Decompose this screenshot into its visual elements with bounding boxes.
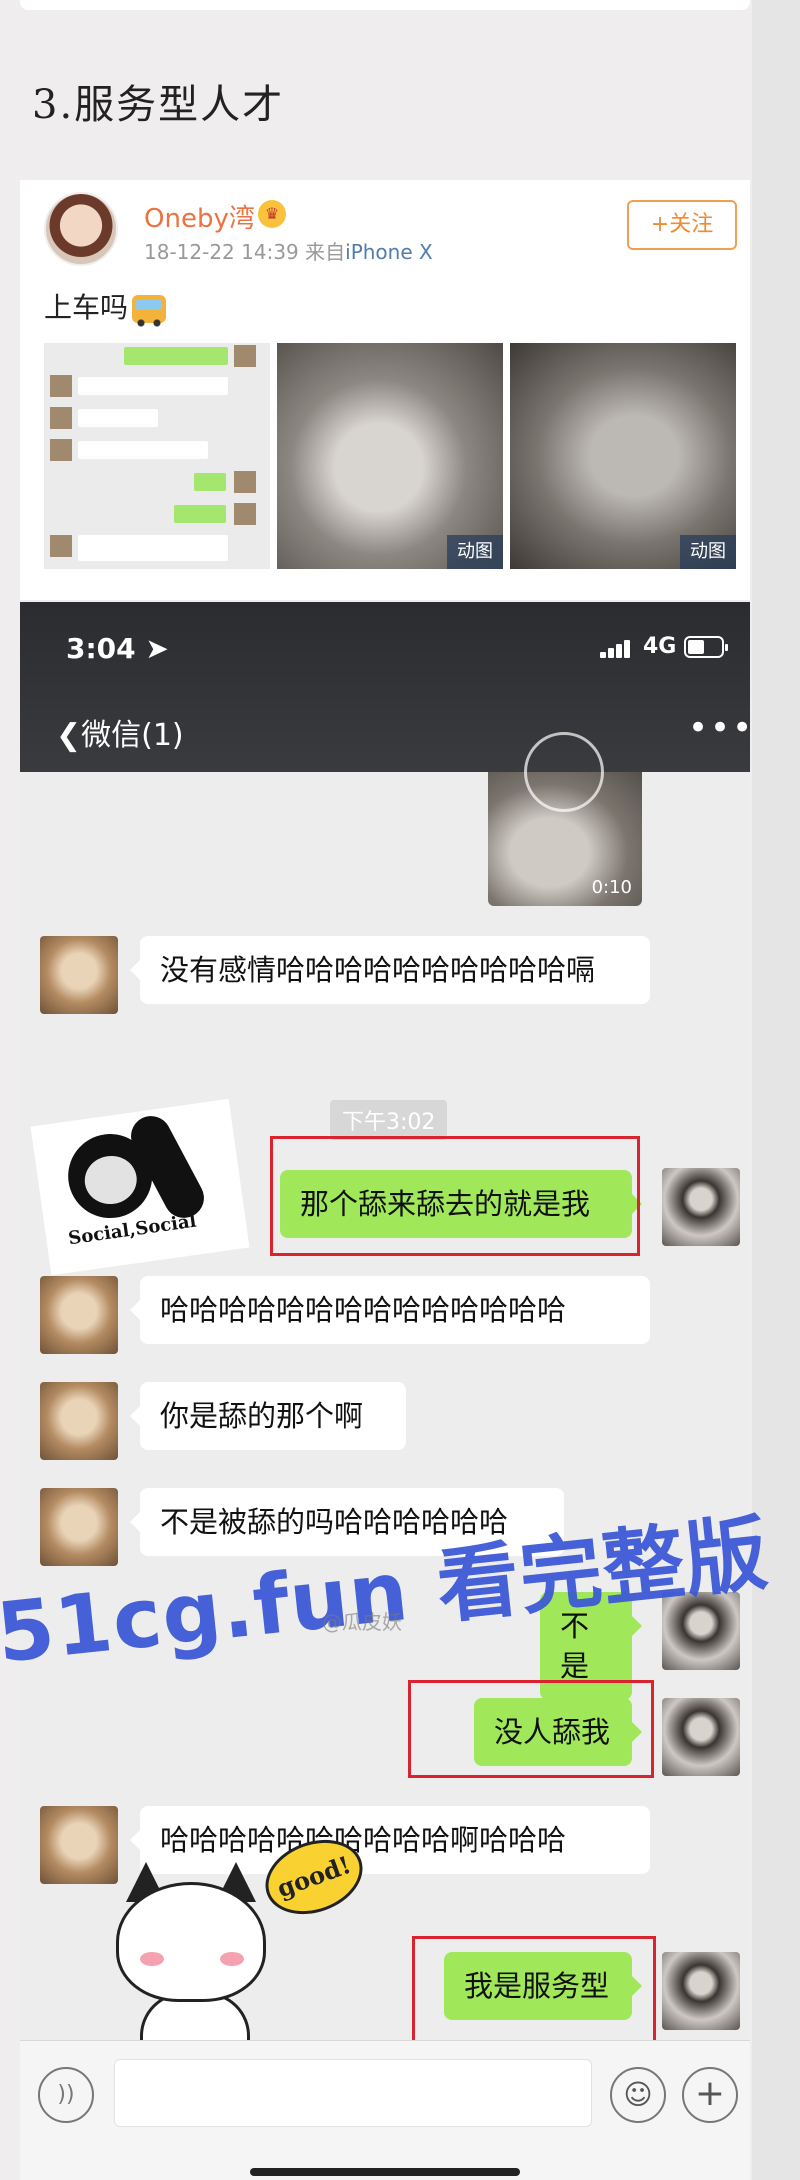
post-image-chat-screenshot[interactable] — [44, 343, 270, 569]
my-avatar[interactable] — [662, 1698, 740, 1776]
video-duration: 0:10 — [591, 877, 632, 898]
emoji-icon[interactable]: ☺ — [610, 2067, 666, 2123]
follow-button[interactable]: +关注 — [627, 200, 737, 250]
status-time: 3:04 ➤ — [66, 632, 169, 665]
back-label: 微信(1) — [81, 718, 184, 753]
voice-icon[interactable]: )) — [38, 2067, 94, 2123]
highlight-box — [412, 1936, 656, 2050]
battery-icon — [684, 636, 728, 658]
user-avatar[interactable] — [44, 192, 118, 266]
network-label: 4G — [643, 634, 677, 659]
message-bubble[interactable]: 你是舔的那个啊 — [130, 1382, 406, 1450]
section-title: 3.服务型人才 — [32, 82, 285, 128]
gif-tag: 动图 — [680, 535, 736, 569]
highlight-box — [270, 1136, 640, 1256]
play-icon — [524, 732, 604, 812]
previous-card-edge — [20, 0, 750, 10]
gif-tag: 动图 — [447, 535, 503, 569]
friend-avatar[interactable] — [40, 1276, 118, 1354]
post-timestamp: 18-12-22 14:39 — [144, 240, 299, 264]
friend-avatar[interactable] — [40, 1382, 118, 1460]
crown-badge-icon: ♛ — [258, 200, 286, 228]
my-avatar[interactable] — [662, 1952, 740, 2030]
home-indicator — [250, 2168, 520, 2176]
watermark-credit: @瓜皮妖 — [322, 1610, 402, 1634]
panda-meme-sticker: Social,Social — [30, 1098, 250, 1276]
weibo-post-card: Oneby湾 ♛ 18-12-22 14:39 来自iPhone X +关注 上… — [20, 180, 750, 600]
message-input[interactable] — [114, 2059, 592, 2127]
back-button[interactable]: ❮微信(1) — [56, 710, 184, 754]
post-text: 上车吗 — [44, 286, 167, 327]
chevron-left-icon: ❮ — [56, 718, 82, 753]
plus-icon[interactable]: + — [682, 2067, 738, 2123]
post-meta: 18-12-22 14:39 来自iPhone X — [144, 236, 433, 265]
phone-header: 3:04 ➤ 4G ❮微信(1) ••• — [20, 602, 752, 772]
post-source[interactable]: iPhone X — [345, 240, 433, 264]
message-bubble[interactable]: 哈哈哈哈哈哈哈哈哈哈哈哈哈哈 — [130, 1276, 650, 1344]
my-avatar[interactable] — [662, 1168, 740, 1246]
time-separator: 下午3:02 — [330, 1100, 448, 1140]
user-name[interactable]: Oneby湾 — [144, 198, 255, 235]
highlight-box — [408, 1680, 654, 1778]
page-gutter — [752, 0, 800, 2180]
post-image-cat-gif-2[interactable]: 动图 — [510, 343, 736, 569]
chat-input-bar: )) ☺ + — [20, 2040, 750, 2180]
signal-icon — [600, 638, 634, 658]
video-message[interactable]: 0:10 — [488, 732, 642, 906]
source-prefix: 来自 — [305, 240, 346, 264]
bus-emoji-icon — [132, 295, 167, 327]
location-arrow-icon: ➤ — [145, 632, 169, 665]
post-text-content: 上车吗 — [44, 291, 129, 324]
post-image-cat-gif-1[interactable]: 动图 — [277, 343, 503, 569]
friend-avatar[interactable] — [40, 936, 118, 1014]
panda-sticker-text: Social,Social — [67, 1210, 198, 1250]
message-bubble[interactable]: 没有感情哈哈哈哈哈哈哈哈哈哈嗝 — [130, 936, 650, 1004]
more-button[interactable]: ••• — [688, 711, 754, 745]
